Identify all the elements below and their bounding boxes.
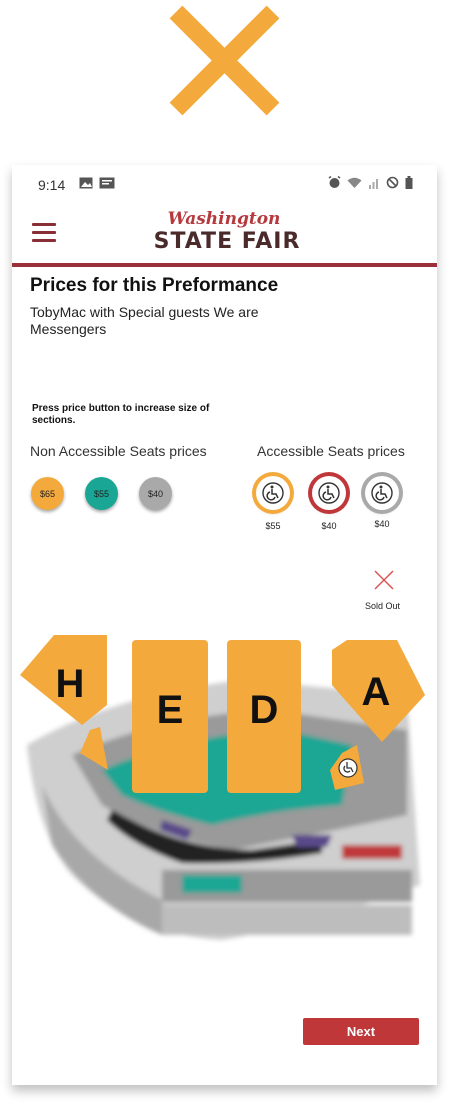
accessible-price-button-55[interactable] (256, 476, 290, 510)
accessible-price-button-40-gray[interactable] (365, 476, 399, 510)
accessible-price-label: $40 (321, 521, 337, 531)
wheelchair-icon (318, 482, 340, 504)
instruction-text: Press price button to increase size of s… (32, 403, 210, 426)
accessible-price-label: $55 (265, 521, 281, 531)
section-label-h: H (56, 662, 85, 706)
app-bar: Washington STATE FAIR (12, 203, 437, 265)
close-icon[interactable] (168, 4, 281, 117)
wheelchair-icon (371, 482, 393, 504)
non-accessible-label: Non Accessible Seats prices (30, 443, 207, 459)
logo-script: Washington (167, 209, 281, 229)
accessible-price-button-40-red[interactable] (312, 476, 346, 510)
signal-icon (369, 178, 378, 189)
logo-main: STATE FAIR (153, 229, 301, 254)
wifi-icon (347, 177, 362, 188)
battery-icon (405, 176, 413, 189)
accessible-price-label: $40 (374, 519, 390, 529)
sold-out-icon (374, 570, 394, 590)
status-bar: 9:14 (12, 165, 437, 203)
price-button-40[interactable]: $40 (139, 477, 172, 510)
alarm-icon (328, 176, 341, 188)
price-button-55[interactable]: $55 (85, 477, 118, 510)
event-subtitle: TobyMac with Special guests We are Messe… (30, 304, 259, 337)
system-icons (328, 176, 413, 189)
section-label-a: A (362, 670, 391, 714)
header-divider (12, 263, 437, 267)
next-button[interactable]: Next (303, 1018, 419, 1045)
sold-out-label: Sold Out (365, 601, 401, 611)
image-icon (79, 177, 93, 189)
seating-map[interactable]: H E D A (12, 635, 437, 965)
section-label-d: D (250, 688, 279, 732)
message-icon (99, 177, 115, 189)
phone-screen: 9:14 Washington STATE FAIR Prices for th… (12, 165, 437, 1085)
blocked-icon (386, 176, 399, 189)
price-button-65[interactable]: $65 (31, 477, 64, 510)
page-title: Prices for this Preformance (30, 275, 279, 296)
menu-icon[interactable] (32, 223, 56, 243)
wheelchair-icon (262, 482, 284, 504)
status-time: 9:14 (38, 177, 66, 193)
notification-icons (79, 177, 115, 189)
section-label-e: E (157, 688, 184, 732)
accessible-label: Accessible Seats prices (257, 443, 405, 459)
